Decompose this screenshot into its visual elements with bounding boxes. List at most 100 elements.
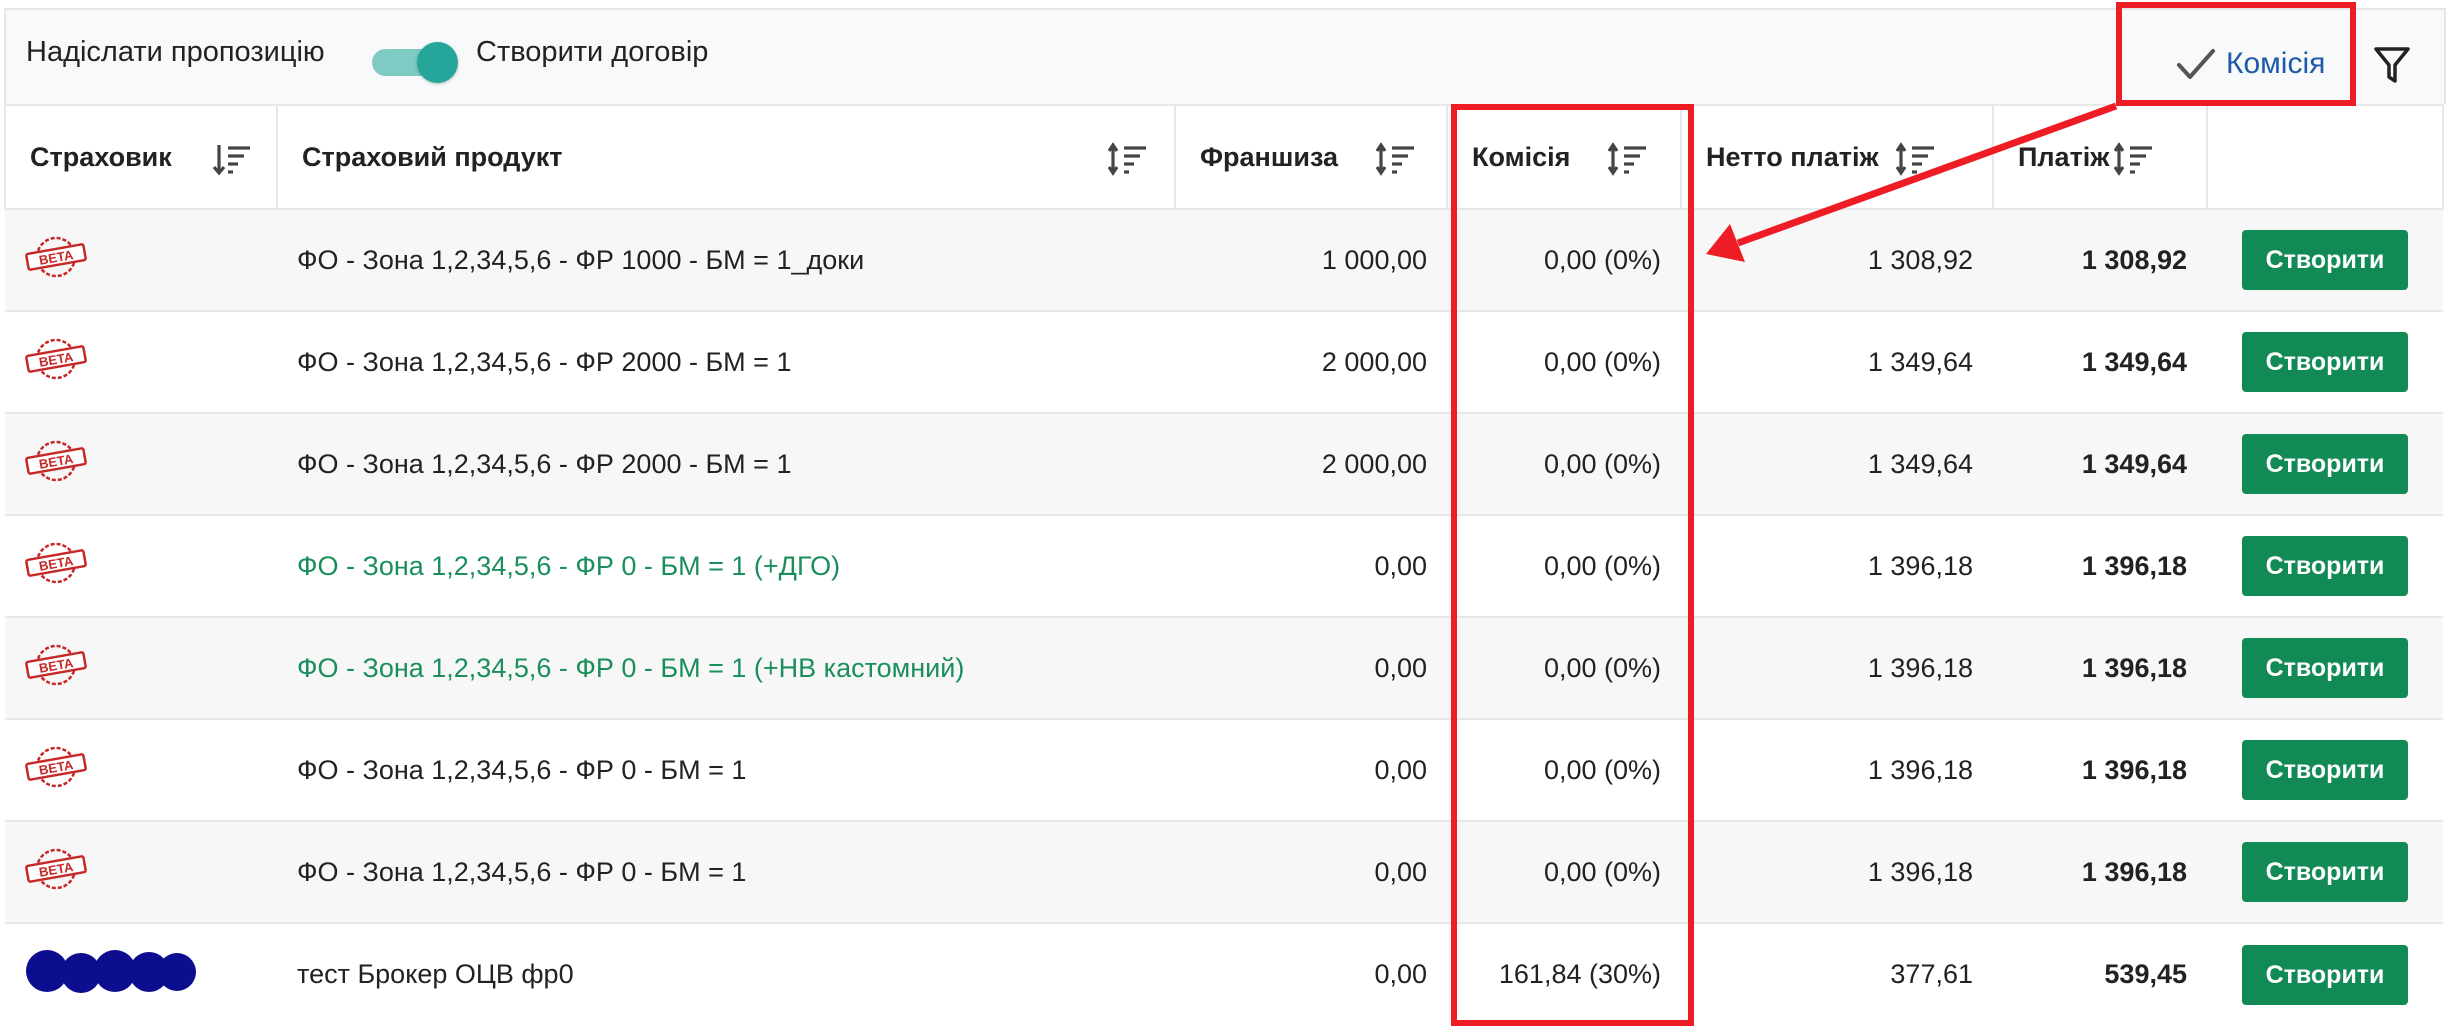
product-cell: ФО - Зона 1,2,34,5,6 - ФР 0 - БМ = 1	[277, 718, 1175, 821]
sort-icon[interactable]	[2114, 142, 2154, 176]
franchise-cell: 0,00	[1175, 922, 1447, 1025]
payment-cell: 1 396,18	[1993, 820, 2207, 923]
franchise-cell: 0,00	[1175, 718, 1447, 821]
col-header-franchise: Франшиза	[1174, 104, 1448, 210]
beta-stamp-logo: BETA	[25, 338, 87, 379]
toggle-knob	[417, 42, 458, 83]
franchise-cell: 0,00	[1175, 514, 1447, 617]
table-row: BETA ФО - Зона 1,2,34,5,6 - ФР 2000 - БМ…	[5, 412, 2443, 515]
col-header-commission: Комісія	[1446, 104, 1682, 210]
beta-stamp-logo: BETA	[25, 236, 87, 277]
col-header-actions	[2206, 104, 2444, 210]
create-button[interactable]: Створити	[2242, 740, 2408, 800]
filter-icon[interactable]	[2372, 44, 2412, 86]
create-button[interactable]: Створити	[2242, 536, 2408, 596]
create-button[interactable]: Створити	[2242, 944, 2408, 1005]
sort-icon[interactable]	[1108, 142, 1148, 176]
create-button[interactable]: Створити	[2242, 332, 2408, 392]
insurer-cell: BETA	[5, 820, 277, 923]
commission-cell: 0,00 (0%)	[1447, 310, 1681, 413]
table-header-row: Страховик Страховий продукт Франшиза Ком…	[4, 104, 2444, 210]
table-row: BETA ФО - Зона 1,2,34,5,6 - ФР 0 - БМ = …	[5, 718, 2443, 821]
offers-table: Страховик Страховий продукт Франшиза Ком…	[4, 104, 2444, 1025]
action-cell: Створити	[2207, 208, 2443, 311]
insurer-cell: BETA	[5, 616, 277, 719]
create-button[interactable]: Створити	[2242, 434, 2408, 494]
toolbar: Надіслати пропозицію Створити договір Ко…	[4, 8, 2446, 104]
action-cell: Створити	[2207, 616, 2443, 719]
payment-cell: 1 396,18	[1993, 718, 2207, 821]
payment-cell: 1 349,64	[1993, 310, 2207, 413]
sort-icon[interactable]	[1608, 142, 1648, 176]
product-cell: ФО - Зона 1,2,34,5,6 - ФР 1000 - БМ = 1_…	[277, 208, 1175, 311]
commission-cell: 0,00 (0%)	[1447, 718, 1681, 821]
col-header-payment: Платіж	[1992, 104, 2208, 210]
col-header-label: Платіж	[2018, 141, 2110, 172]
product-cell: ФО - Зона 1,2,34,5,6 - ФР 0 - БМ = 1 (+Д…	[277, 514, 1175, 617]
table-row: тест Брокер ОЦВ фр0 0,00 161,84 (30%) 37…	[5, 922, 2443, 1025]
check-icon	[2177, 49, 2215, 79]
action-cell: Створити	[2207, 514, 2443, 617]
beta-stamp-logo: BETA	[25, 440, 87, 481]
table-row: BETA ФО - Зона 1,2,34,5,6 - ФР 0 - БМ = …	[5, 616, 2443, 719]
col-header-label: Нетто платіж	[1706, 141, 1879, 172]
insurer-cell: BETA	[5, 208, 277, 311]
beta-stamp-logo: BETA	[25, 848, 87, 889]
beta-stamp-logo: BETA	[25, 746, 87, 787]
sort-icon[interactable]	[1896, 142, 1936, 176]
product-cell: тест Брокер ОЦВ фр0	[277, 922, 1175, 1025]
insurer-cell: BETA	[5, 310, 277, 413]
net-payment-cell: 1 349,64	[1681, 412, 1993, 515]
create-button[interactable]: Створити	[2242, 230, 2408, 290]
franchise-cell: 0,00	[1175, 616, 1447, 719]
redacted-logo	[26, 950, 196, 993]
payment-cell: 1 349,64	[1993, 412, 2207, 515]
col-header-label: Франшиза	[1200, 141, 1339, 172]
create-button[interactable]: Створити	[2242, 842, 2408, 902]
franchise-cell: 1 000,00	[1175, 208, 1447, 311]
insurer-cell: BETA	[5, 514, 277, 617]
product-cell: ФО - Зона 1,2,34,5,6 - ФР 2000 - БМ = 1	[277, 412, 1175, 515]
commission-cell: 0,00 (0%)	[1447, 820, 1681, 923]
net-payment-cell: 1 396,18	[1681, 820, 1993, 923]
net-payment-cell: 1 396,18	[1681, 514, 1993, 617]
col-header-label: Комісія	[1472, 141, 1571, 172]
table-row: BETA ФО - Зона 1,2,34,5,6 - ФР 1000 - БМ…	[5, 208, 2443, 311]
sort-icon[interactable]	[1376, 142, 1416, 176]
table-row: BETA ФО - Зона 1,2,34,5,6 - ФР 2000 - БМ…	[5, 310, 2443, 413]
sort-icon[interactable]	[212, 142, 252, 176]
product-cell: ФО - Зона 1,2,34,5,6 - ФР 2000 - БМ = 1	[277, 310, 1175, 413]
action-cell: Створити	[2207, 412, 2443, 515]
commission-column-toggle[interactable]: Комісія	[2176, 40, 2325, 88]
action-cell: Створити	[2207, 922, 2443, 1025]
create-contract-toggle[interactable]	[366, 42, 461, 83]
payment-cell: 1 396,18	[1993, 616, 2207, 719]
create-contract-label: Створити договір	[476, 36, 709, 68]
col-header-label: Страховик	[30, 141, 172, 172]
net-payment-cell: 377,61	[1681, 922, 1993, 1025]
commission-cell: 0,00 (0%)	[1447, 616, 1681, 719]
beta-stamp-logo: BETA	[25, 542, 87, 583]
net-payment-cell: 1 308,92	[1681, 208, 1993, 311]
insurer-cell: BETA	[5, 412, 277, 515]
net-payment-cell: 1 396,18	[1681, 616, 1993, 719]
payment-cell: 1 308,92	[1993, 208, 2207, 311]
payment-cell: 539,45	[1993, 922, 2207, 1025]
col-header-net: Нетто платіж	[1680, 104, 1994, 210]
commission-cell: 161,84 (30%)	[1447, 922, 1681, 1025]
table-row: BETA ФО - Зона 1,2,34,5,6 - ФР 0 - БМ = …	[5, 820, 2443, 923]
franchise-cell: 2 000,00	[1175, 310, 1447, 413]
col-header-insurer: Страховик	[4, 104, 278, 210]
action-cell: Створити	[2207, 310, 2443, 413]
net-payment-cell: 1 396,18	[1681, 718, 1993, 821]
insurer-cell	[5, 922, 277, 1025]
commission-cell: 0,00 (0%)	[1447, 412, 1681, 515]
col-header-label: Страховий продукт	[302, 141, 563, 172]
create-button[interactable]: Створити	[2242, 638, 2408, 698]
product-cell: ФО - Зона 1,2,34,5,6 - ФР 0 - БМ = 1 (+Н…	[277, 616, 1175, 719]
send-offer-label: Надіслати пропозицію	[26, 36, 325, 68]
net-payment-cell: 1 349,64	[1681, 310, 1993, 413]
action-cell: Створити	[2207, 718, 2443, 821]
action-cell: Створити	[2207, 820, 2443, 923]
commission-cell: 0,00 (0%)	[1447, 514, 1681, 617]
